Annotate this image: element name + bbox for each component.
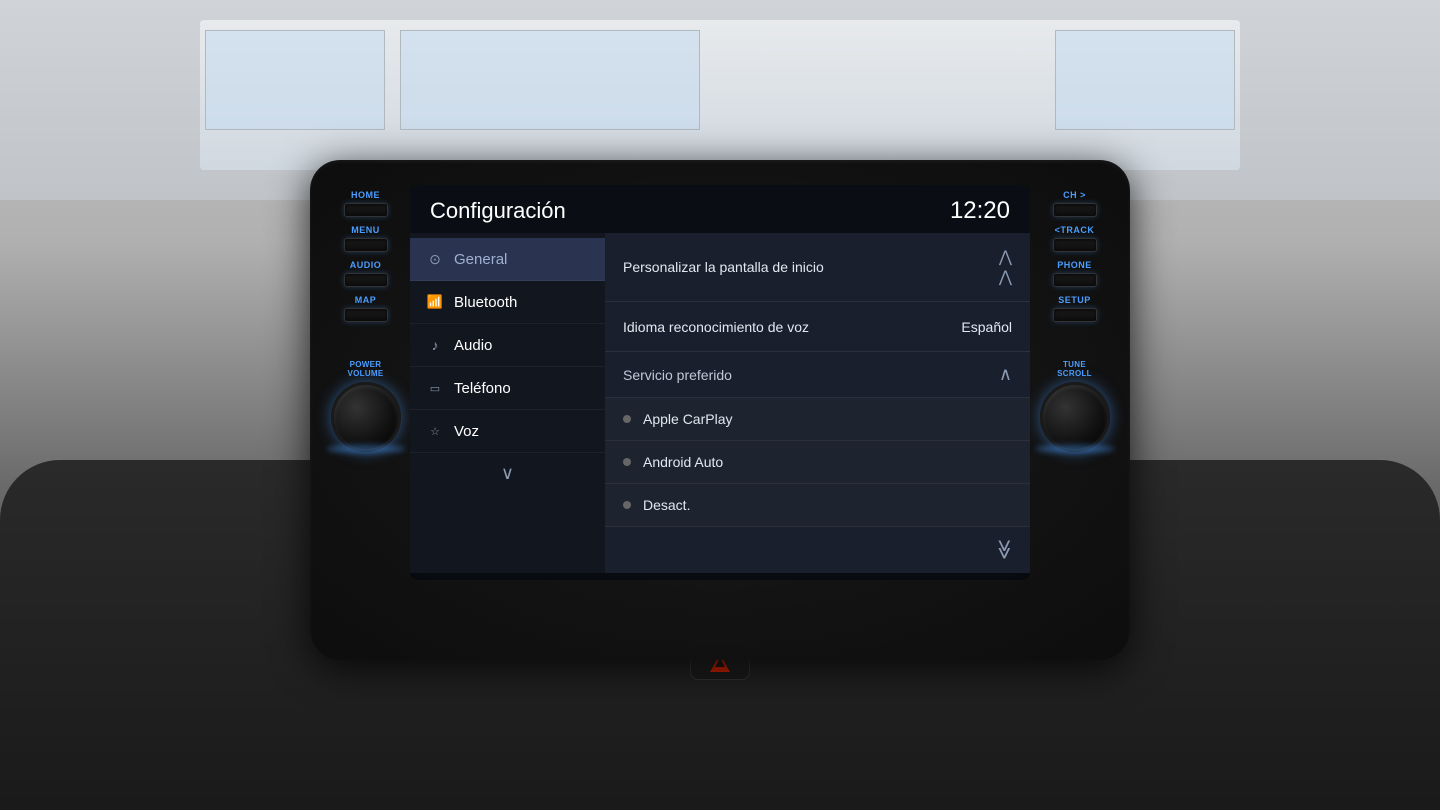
desact-label: Desact.: [643, 497, 690, 513]
content-panel: Personalizar la pantalla de inicio ⋀⋀ Id…: [605, 233, 1030, 573]
window-pane-center: [400, 30, 700, 130]
setup-button-bar: [1053, 308, 1097, 322]
menu-panel: ⊙ General 📶 Bluetooth ♪ Audio ▭ Teléfono…: [410, 233, 605, 573]
menu-item-general-label: General: [454, 251, 507, 268]
general-icon: ⊙: [426, 250, 444, 268]
left-controls: HOME MENU AUDIO MAP POWERVOLUME: [328, 190, 403, 452]
android-option[interactable]: Android Auto: [605, 441, 1030, 484]
bluetooth-icon: 📶: [426, 293, 444, 311]
menu-item-voz-label: Voz: [454, 423, 479, 440]
screen: Configuración 12:20 ⊙ General 📶 Bluetoot…: [410, 185, 1030, 580]
tune-scroll-label: TUNESCROLL: [1057, 360, 1092, 378]
idioma-text: Idioma reconocimiento de voz: [623, 319, 809, 335]
ch-button[interactable]: CH >: [1053, 190, 1097, 217]
menu-button-bar: [344, 238, 388, 252]
map-button-bar: [344, 308, 388, 322]
menu-item-general[interactable]: ⊙ General: [410, 238, 605, 281]
personalizar-chevron-icon: ⋀⋀: [999, 247, 1012, 287]
menu-item-telefono-label: Teléfono: [454, 380, 511, 397]
scroll-down-button[interactable]: ≫: [605, 527, 1030, 572]
servicio-header[interactable]: Servicio preferido ∧: [605, 352, 1030, 398]
menu-more-button[interactable]: ∨: [410, 453, 605, 494]
carplay-dot: [623, 415, 631, 423]
menu-item-telefono[interactable]: ▭ Teléfono: [410, 367, 605, 410]
map-button[interactable]: MAP: [344, 295, 388, 322]
phone-button-bar: [1053, 273, 1097, 287]
telefono-icon: ▭: [426, 379, 444, 397]
personalizar-text: Personalizar la pantalla de inicio: [623, 259, 824, 275]
setup-button[interactable]: SETUP: [1053, 295, 1097, 322]
menu-button[interactable]: MENU: [344, 225, 388, 252]
audio-icon: ♪: [426, 336, 444, 354]
power-volume-knob[interactable]: [331, 382, 401, 452]
home-button[interactable]: HOME: [344, 190, 388, 217]
menu-item-bluetooth-label: Bluetooth: [454, 294, 517, 311]
audio-button[interactable]: AUDIO: [344, 260, 388, 287]
idioma-value: Español: [961, 319, 1012, 335]
power-volume-label: POWERVOLUME: [347, 360, 383, 378]
screen-title: Configuración: [430, 198, 566, 224]
power-volume-container: POWERVOLUME: [331, 360, 401, 452]
audio-button-bar: [344, 273, 388, 287]
menu-item-audio[interactable]: ♪ Audio: [410, 324, 605, 367]
servicio-chevron-icon: ∧: [999, 364, 1012, 385]
carplay-option[interactable]: Apple CarPlay: [605, 398, 1030, 441]
menu-item-bluetooth[interactable]: 📶 Bluetooth: [410, 281, 605, 324]
servicio-label: Servicio preferido: [623, 367, 732, 383]
menu-item-audio-label: Audio: [454, 337, 492, 354]
chevron-down-icon: ∨: [501, 463, 514, 484]
double-chevron-down-icon: ≫: [992, 539, 1017, 560]
window-area: [200, 20, 1240, 170]
carplay-label: Apple CarPlay: [643, 411, 733, 427]
idioma-row[interactable]: Idioma reconocimiento de voz Español: [605, 302, 1030, 352]
personalizar-row[interactable]: Personalizar la pantalla de inicio ⋀⋀: [605, 233, 1030, 302]
tune-scroll-container: TUNESCROLL: [1040, 360, 1110, 452]
window-pane-left: [205, 30, 385, 130]
screen-content: ⊙ General 📶 Bluetooth ♪ Audio ▭ Teléfono…: [410, 233, 1030, 573]
track-button-bar: [1053, 238, 1097, 252]
voz-icon: ☆: [426, 422, 444, 440]
screen-time: 12:20: [950, 197, 1010, 225]
phone-button[interactable]: PHONE: [1053, 260, 1097, 287]
ch-button-bar: [1053, 203, 1097, 217]
menu-item-voz[interactable]: ☆ Voz: [410, 410, 605, 453]
unit-housing: HOME MENU AUDIO MAP POWERVOLUME CH > <TR…: [310, 160, 1130, 660]
desact-option[interactable]: Desact.: [605, 484, 1030, 527]
screen-header: Configuración 12:20: [410, 185, 1030, 233]
desact-dot: [623, 501, 631, 509]
window-pane-right: [1055, 30, 1235, 130]
home-button-bar: [344, 203, 388, 217]
android-dot: [623, 458, 631, 466]
track-button[interactable]: <TRACK: [1053, 225, 1097, 252]
tune-scroll-knob[interactable]: [1040, 382, 1110, 452]
android-label: Android Auto: [643, 454, 723, 470]
right-controls: CH > <TRACK PHONE SETUP TUNESCROLL: [1037, 190, 1112, 452]
